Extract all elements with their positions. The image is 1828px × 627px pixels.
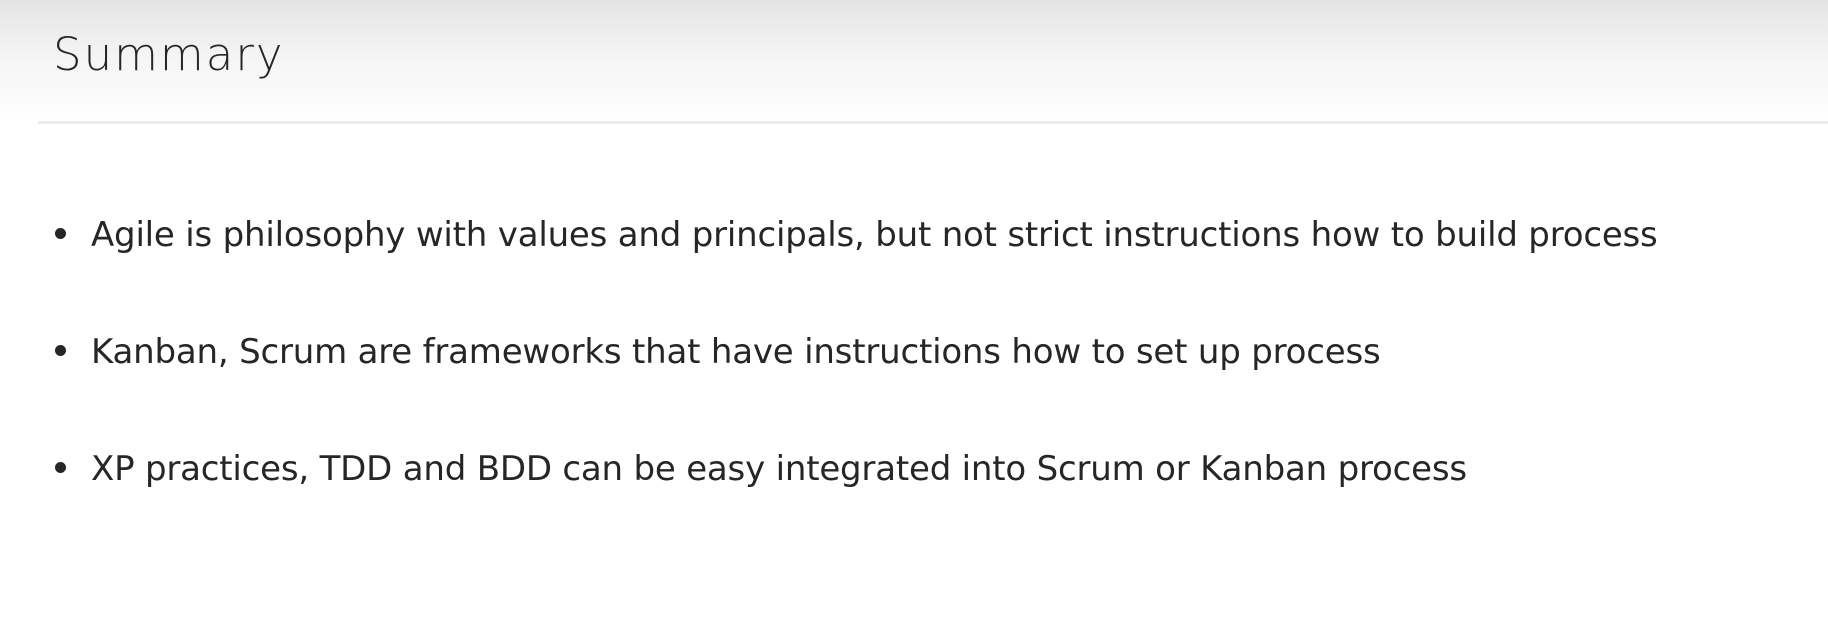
bullet-dot-icon — [55, 462, 66, 473]
bullet-dot-icon — [55, 345, 66, 356]
bullet-dot-icon — [55, 228, 66, 239]
title-divider — [38, 121, 1828, 124]
bullet-text: Agile is philosophy with values and prin… — [91, 215, 1658, 255]
slide-title: Summary — [53, 28, 285, 81]
bullet-text: Kanban, Scrum are frameworks that have i… — [91, 332, 1381, 372]
bullet-text: XP practices, TDD and BDD can be easy in… — [91, 449, 1467, 489]
slide: Summary Agile is philosophy with values … — [0, 0, 1828, 627]
